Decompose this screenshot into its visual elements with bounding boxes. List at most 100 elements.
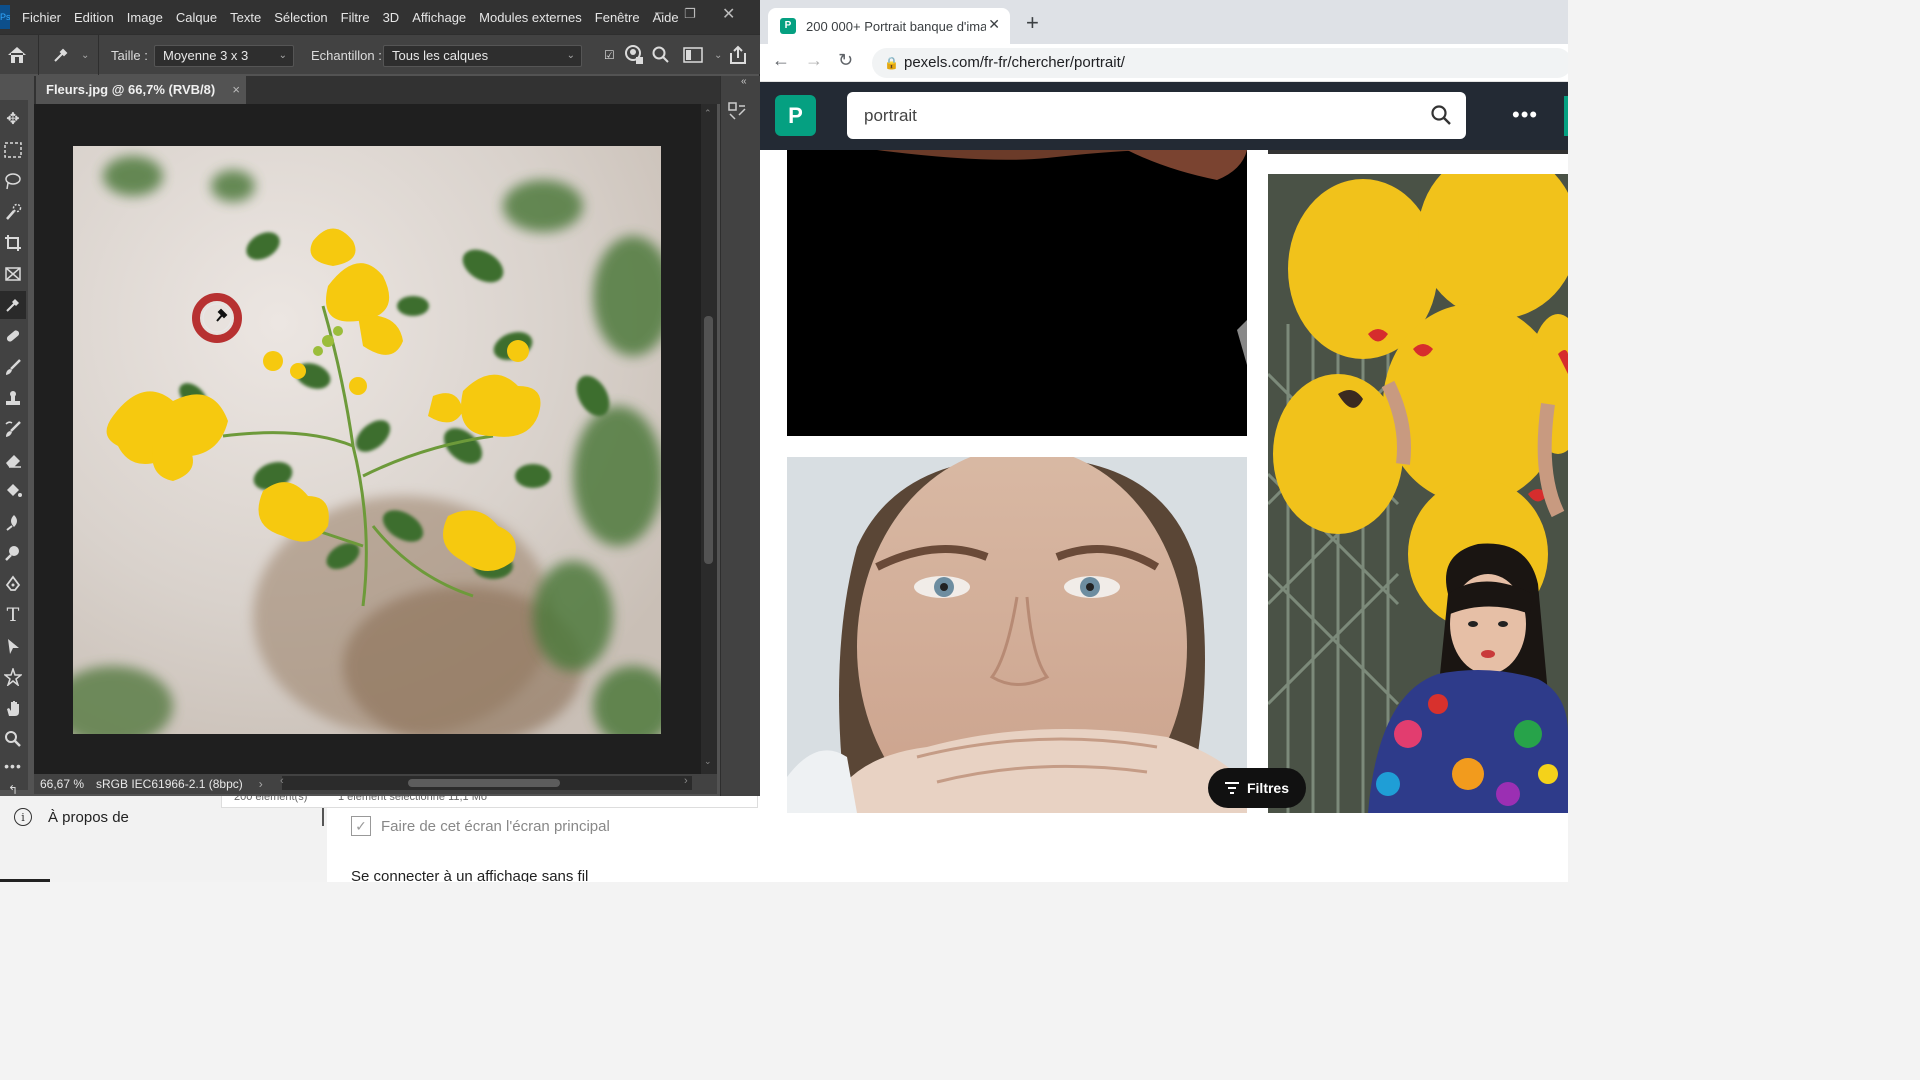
close-icon[interactable]: × <box>232 76 240 104</box>
back-icon[interactable]: ← <box>772 50 790 71</box>
maximize-icon[interactable]: ❐ <box>684 6 696 22</box>
menu-calque[interactable]: Calque <box>176 10 217 25</box>
ps-collapsed-panels: « <box>720 76 760 796</box>
filters-label: Filtres <box>1246 780 1289 796</box>
expand-panels-icon[interactable]: « <box>741 76 747 87</box>
filter-icon <box>1224 782 1239 794</box>
make-main-display-checkbox[interactable]: ✓ <box>351 816 371 836</box>
search-icon[interactable] <box>652 35 670 75</box>
quick-select-icon[interactable] <box>0 198 26 226</box>
shape-icon[interactable] <box>0 663 26 691</box>
close-icon[interactable]: ✕ <box>722 4 735 24</box>
tool-preset-chevron-icon[interactable]: ⌄ <box>81 35 89 75</box>
type-icon[interactable]: T <box>0 601 26 629</box>
new-tab-icon[interactable]: + <box>1026 10 1039 36</box>
brush-icon[interactable] <box>0 353 26 381</box>
browser-tab[interactable]: P 200 000+ Portrait banque d'images ✕ <box>768 8 1010 44</box>
ps-tools-panel: ✥ T ••• ↰ <box>0 100 28 797</box>
ps-logo-icon[interactable]: Ps <box>0 5 10 29</box>
ps-horizontal-scroll-thumb[interactable] <box>408 779 560 787</box>
zoom-readout[interactable]: 66,67 % <box>40 777 90 791</box>
menu-modules-externes[interactable]: Modules externes <box>479 10 582 25</box>
healing-icon[interactable] <box>0 322 26 350</box>
menu-texte[interactable]: Texte <box>230 10 261 25</box>
scroll-right-icon[interactable]: › <box>684 775 688 787</box>
minimize-icon[interactable]: – <box>655 4 663 21</box>
scroll-up-icon[interactable]: ⌃ <box>704 108 712 119</box>
ps-vertical-scroll-thumb[interactable] <box>704 316 713 564</box>
address-bar[interactable]: 🔒 pexels.com/fr-fr/chercher/portrait/ <box>872 48 1568 78</box>
wireless-display-link[interactable]: Se connecter à un affichage sans fil <box>351 868 588 882</box>
about-label: À propos de <box>48 808 129 826</box>
workspace-icon[interactable] <box>683 35 703 75</box>
blur-icon[interactable] <box>0 508 26 536</box>
reload-icon[interactable]: ↻ <box>838 50 853 71</box>
history-brush-icon[interactable] <box>0 415 26 443</box>
ps-vertical-scrollbar[interactable]: ⌃ ⌄ <box>701 104 717 774</box>
path-select-icon[interactable] <box>0 632 26 660</box>
dodge-icon[interactable] <box>0 539 26 567</box>
join-button-edge[interactable] <box>1564 96 1568 136</box>
size-select[interactable]: Moyenne 3 x 3 ⌄ <box>154 45 294 67</box>
ps-menubar: Ps Fichier Edition Image Calque Texte Sé… <box>0 0 760 34</box>
search-icon[interactable] <box>1430 104 1452 126</box>
filters-button[interactable]: Filtres <box>1208 768 1306 808</box>
photo-card-edge[interactable] <box>1268 150 1568 154</box>
crop-icon[interactable] <box>0 229 26 257</box>
menu-image[interactable]: Image <box>127 10 163 25</box>
frame-icon[interactable] <box>0 260 26 288</box>
address-url: pexels.com/fr-fr/chercher/portrait/ <box>904 54 1125 71</box>
ps-horizontal-scrollbar[interactable]: ‹ › <box>280 775 692 790</box>
about-nav-item[interactable]: i À propos de <box>14 808 129 826</box>
ps-canvas-area[interactable] <box>34 104 717 774</box>
chevron-down-icon: ⌄ <box>566 50 575 61</box>
photo-card[interactable] <box>787 150 1247 436</box>
color-swap-icon[interactable]: ↰ <box>0 776 26 804</box>
history-panel-icon[interactable] <box>727 101 747 126</box>
home-icon[interactable] <box>6 35 28 75</box>
pen-icon[interactable] <box>0 570 26 598</box>
pexels-search-input[interactable]: portrait <box>847 92 1466 139</box>
eyedropper-tool-icon[interactable] <box>0 291 26 319</box>
eraser-icon[interactable] <box>0 446 26 474</box>
more-icon[interactable]: ••• <box>1512 102 1538 128</box>
photo-card[interactable] <box>787 457 1247 813</box>
chrome-tabstrip: P 200 000+ Portrait banque d'images ✕ + <box>760 0 1568 44</box>
pexels-favicon-icon: P <box>780 18 796 34</box>
stamp-icon[interactable] <box>0 384 26 412</box>
info-icon: i <box>14 808 32 826</box>
menu-selection[interactable]: Sélection <box>274 10 327 25</box>
document-tab[interactable]: Fleurs.jpg @ 66,7% (RVB/8) × <box>36 76 246 104</box>
lasso-icon[interactable] <box>0 167 26 195</box>
document-tab-title: Fleurs.jpg @ 66,7% (RVB/8) <box>46 82 216 97</box>
photo-card[interactable] <box>1268 174 1568 813</box>
eyedropper-icon[interactable] <box>52 35 70 75</box>
hand-icon[interactable] <box>0 694 26 722</box>
sample-ring-icon <box>622 35 644 75</box>
menu-affichage[interactable]: Affichage <box>412 10 466 25</box>
menu-edition[interactable]: Edition <box>74 10 114 25</box>
share-icon[interactable] <box>728 35 748 75</box>
make-main-display-option[interactable]: ✓ Faire de cet écran l'écran principal <box>351 816 610 836</box>
scroll-left-icon[interactable]: ‹ <box>280 775 284 787</box>
status-menu-chevron-icon[interactable]: › <box>259 777 263 791</box>
zoom-icon[interactable] <box>0 725 26 753</box>
forward-icon[interactable]: → <box>805 50 823 71</box>
show-ring-checkbox[interactable]: ☑ <box>604 35 615 75</box>
menu-filtre[interactable]: Filtre <box>341 10 370 25</box>
flowers-image[interactable] <box>73 146 661 734</box>
pexels-logo-icon[interactable]: P <box>775 95 816 136</box>
lock-icon[interactable]: 🔒 <box>884 48 899 78</box>
menu-3d[interactable]: 3D <box>383 10 400 25</box>
browser-tab-title: 200 000+ Portrait banque d'images <box>806 18 986 34</box>
menu-fenetre[interactable]: Fenêtre <box>595 10 640 25</box>
close-icon[interactable]: ✕ <box>988 16 1000 33</box>
menu-fichier[interactable]: Fichier <box>22 10 61 25</box>
marquee-icon[interactable] <box>0 136 26 164</box>
photoshop-window: Ps Fichier Edition Image Calque Texte Sé… <box>0 0 760 797</box>
move-icon[interactable]: ✥ <box>0 105 26 133</box>
sample-select[interactable]: Tous les calques ⌄ <box>383 45 582 67</box>
bucket-icon[interactable] <box>0 477 26 505</box>
scroll-down-icon[interactable]: ⌄ <box>704 756 712 767</box>
workspace-chevron-icon[interactable]: ⌄ <box>714 35 722 75</box>
